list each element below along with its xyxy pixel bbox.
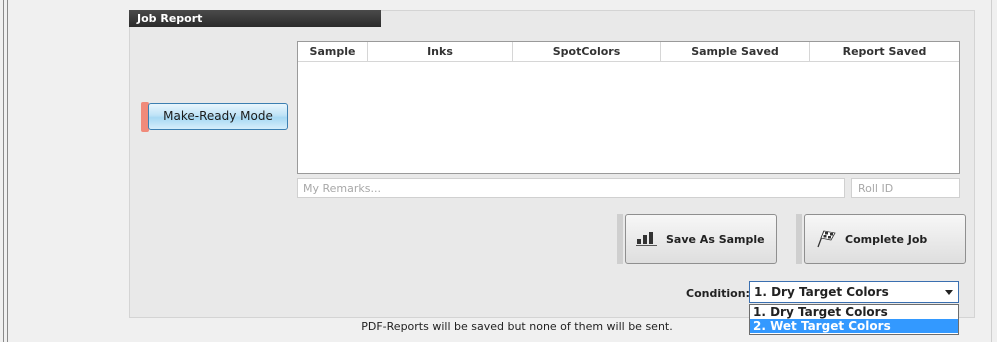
column-header-sample-saved[interactable]: Sample Saved — [661, 42, 810, 61]
complete-job-indicator — [796, 214, 802, 264]
pdf-report-notice: PDF-Reports will be saved but none of th… — [361, 320, 673, 333]
checkered-flag-icon — [815, 230, 837, 248]
save-as-sample-button[interactable]: Save As Sample — [625, 214, 777, 264]
condition-option-wet[interactable]: 2. Wet Target Colors — [750, 319, 958, 333]
panel-title: Job Report — [129, 10, 381, 27]
window-border-right — [991, 0, 992, 342]
roll-id-input[interactable] — [851, 178, 960, 198]
make-ready-button[interactable]: Make-Ready Mode — [148, 103, 288, 130]
column-header-sample[interactable]: Sample — [298, 42, 368, 61]
complete-job-button[interactable]: Complete Job — [804, 214, 966, 264]
condition-label: Condition: — [686, 287, 750, 300]
condition-select[interactable]: 1. Dry Target Colors — [749, 281, 959, 303]
column-header-inks[interactable]: Inks — [368, 42, 513, 61]
job-report-table[interactable]: Sample Inks SpotColors Sample Saved Repo… — [297, 41, 960, 174]
remarks-input[interactable] — [297, 178, 845, 198]
column-header-report-saved[interactable]: Report Saved — [810, 42, 959, 61]
condition-option-dry[interactable]: 1. Dry Target Colors — [750, 305, 958, 319]
save-sample-indicator — [617, 214, 623, 264]
dropdown-arrow-icon[interactable] — [945, 290, 953, 295]
column-header-spotcolors[interactable]: SpotColors — [513, 42, 661, 61]
condition-dropdown-list: 1. Dry Target Colors 2. Wet Target Color… — [749, 304, 959, 335]
window-border-left-inner — [7, 0, 8, 342]
table-header: Sample Inks SpotColors Sample Saved Repo… — [298, 42, 959, 62]
condition-selected-value: 1. Dry Target Colors — [754, 285, 889, 299]
bar-chart-icon — [636, 231, 658, 247]
window-border-left — [3, 0, 4, 342]
complete-job-label: Complete Job — [845, 232, 928, 246]
save-as-sample-label: Save As Sample — [666, 232, 765, 246]
